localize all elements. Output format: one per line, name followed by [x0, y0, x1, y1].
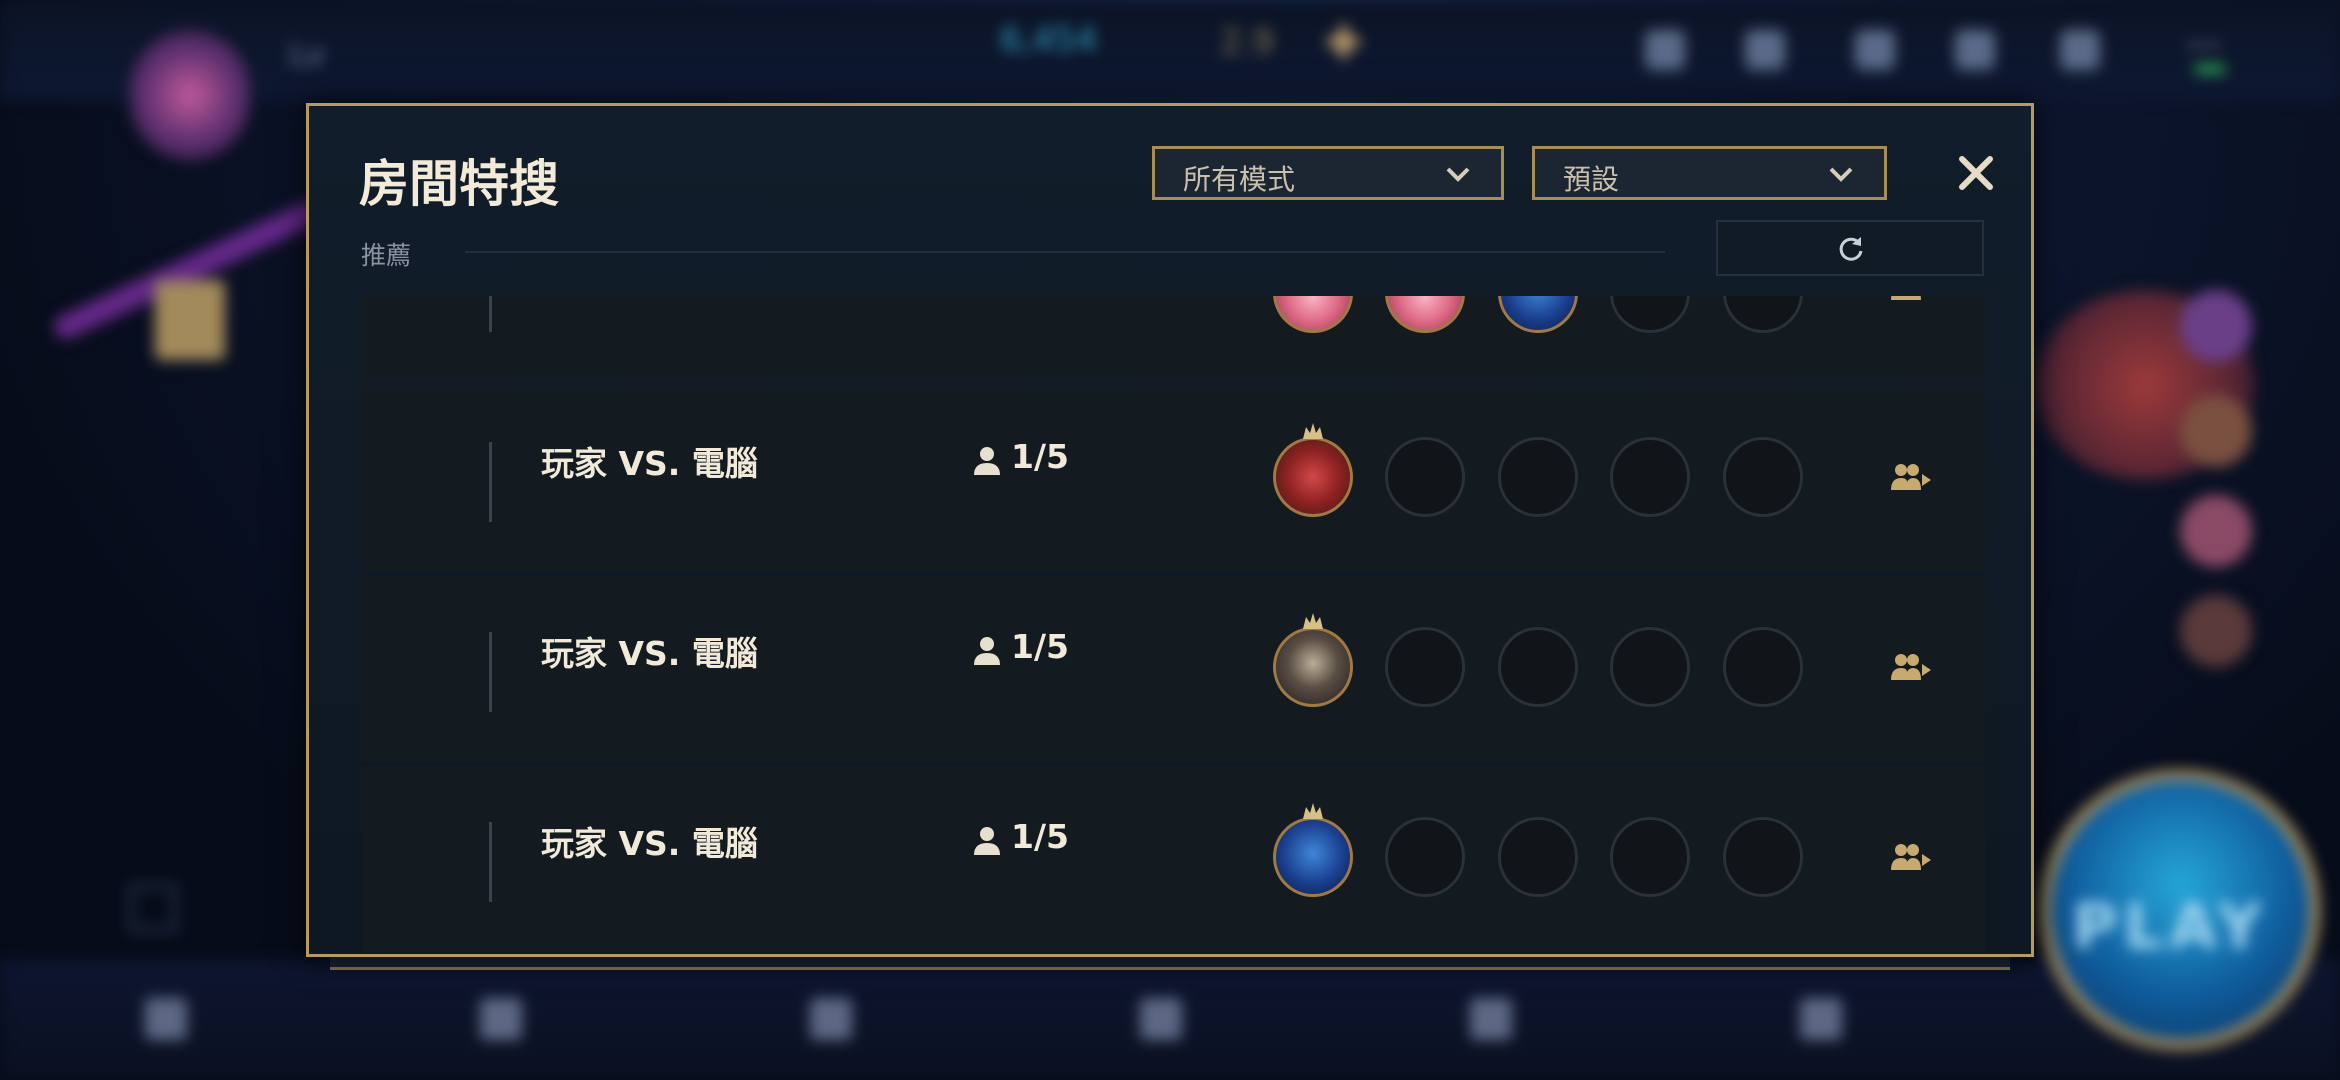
champion-portrait: [1273, 296, 1353, 333]
empty-slot: [1723, 437, 1803, 517]
player-count-icon: [974, 827, 1000, 855]
friend-avatar: [2180, 595, 2252, 667]
player-count: 1/5: [1011, 437, 1069, 476]
empty-slot: [1385, 627, 1465, 707]
friend-avatar: [2180, 395, 2252, 467]
close-icon[interactable]: [1949, 146, 2003, 200]
lobby-finder-dialog: 房間特搜 所有模式 預設 推薦 玩家 VS. 電腦 1/5 玩家 VS. 電腦 …: [306, 103, 2034, 957]
nav-icon: [1140, 998, 1182, 1040]
nav-icon: [810, 998, 852, 1040]
row-divider: [489, 632, 492, 712]
champion-portrait: [1273, 627, 1353, 707]
empty-slot: [1385, 817, 1465, 897]
rp-balance: 6,454: [1000, 20, 1098, 60]
join-lobby-icon[interactable]: [1889, 296, 1933, 306]
dialog-title: 房間特搜: [359, 155, 559, 213]
section-divider: [465, 251, 1665, 253]
join-lobby-icon[interactable]: [1889, 650, 1933, 686]
empty-slot: [1723, 817, 1803, 897]
player-count: 1/5: [1011, 627, 1069, 666]
join-lobby-icon[interactable]: [1889, 840, 1933, 876]
lobby-row[interactable]: [361, 296, 1985, 382]
chest-icon: [155, 280, 225, 360]
nav-icon: [480, 998, 522, 1040]
be-balance: 2.9: [1220, 22, 1275, 62]
friend-avatar: [2180, 495, 2252, 567]
profile-avatar: [130, 30, 250, 160]
lobby-list: 玩家 VS. 電腦 1/5 玩家 VS. 電腦 1/5 玩家 VS. 電腦 1/…: [361, 296, 1985, 954]
lobby-mode: 玩家 VS. 電腦: [541, 634, 758, 673]
player-count: 1/5: [1011, 817, 1069, 856]
row-divider: [489, 296, 492, 332]
add-currency-icon: ✚: [1325, 18, 1362, 69]
row-divider: [489, 822, 492, 902]
refresh-button[interactable]: [1716, 220, 1984, 276]
empty-slot: [1385, 437, 1465, 517]
champion-portrait: [1498, 296, 1578, 333]
empty-slot: [1610, 296, 1690, 333]
empty-slot: [1498, 627, 1578, 707]
lobby-row[interactable]: 玩家 VS. 電腦 1/5: [361, 576, 1985, 762]
status-bar: [2195, 65, 2225, 73]
lobby-mode: 玩家 VS. 電腦: [541, 824, 758, 863]
nav-icon: [145, 998, 187, 1040]
empty-slot: [1723, 296, 1803, 333]
mode-filter-value: 所有模式: [1183, 163, 1296, 196]
friends-icon: [2060, 30, 2100, 70]
settings-icon: [1645, 30, 1685, 70]
refresh-icon: [1839, 237, 1863, 261]
empty-slot: [1498, 437, 1578, 517]
mail-icon: [1955, 30, 1995, 70]
champion-portrait: [1273, 817, 1353, 897]
menu-icon: [130, 885, 176, 931]
join-lobby-icon[interactable]: [1889, 460, 1933, 496]
store-icon: [1745, 30, 1785, 70]
section-label: 推薦: [361, 241, 412, 270]
crown-icon: [1303, 613, 1323, 629]
mode-filter-dropdown[interactable]: 所有模式: [1152, 146, 1504, 200]
dialog-shadow-edge: [330, 955, 2010, 970]
collection-icon: [1855, 30, 1895, 70]
friend-avatar: [2180, 290, 2252, 362]
chevron-down-icon: [1829, 167, 1853, 182]
empty-slot: [1610, 437, 1690, 517]
lobby-row[interactable]: 玩家 VS. 電腦 1/5: [361, 386, 1985, 572]
empty-slot: [1610, 817, 1690, 897]
player-count-icon: [974, 637, 1000, 665]
crown-icon: [1303, 803, 1323, 819]
lobby-row[interactable]: 玩家 VS. 電腦 1/5: [361, 766, 1985, 952]
empty-slot: [1498, 817, 1578, 897]
champion-portrait: [1273, 437, 1353, 517]
player-count-icon: [974, 447, 1000, 475]
empty-slot: [1723, 627, 1803, 707]
nav-icon: [1800, 998, 1842, 1040]
nav-icon: [1470, 998, 1512, 1040]
chevron-down-icon: [1446, 167, 1470, 182]
empty-slot: [1610, 627, 1690, 707]
play-label: PLAY: [2072, 890, 2268, 963]
crown-icon: [1303, 423, 1323, 439]
lobby-mode: 玩家 VS. 電腦: [541, 444, 758, 483]
champion-portrait: [1385, 296, 1465, 333]
row-divider: [489, 442, 492, 522]
sort-filter-value: 預設: [1563, 163, 1620, 196]
sort-filter-dropdown[interactable]: 預設: [1532, 146, 1887, 200]
more-icon: •••: [2186, 34, 2222, 58]
level-text: Lv: [290, 38, 325, 73]
